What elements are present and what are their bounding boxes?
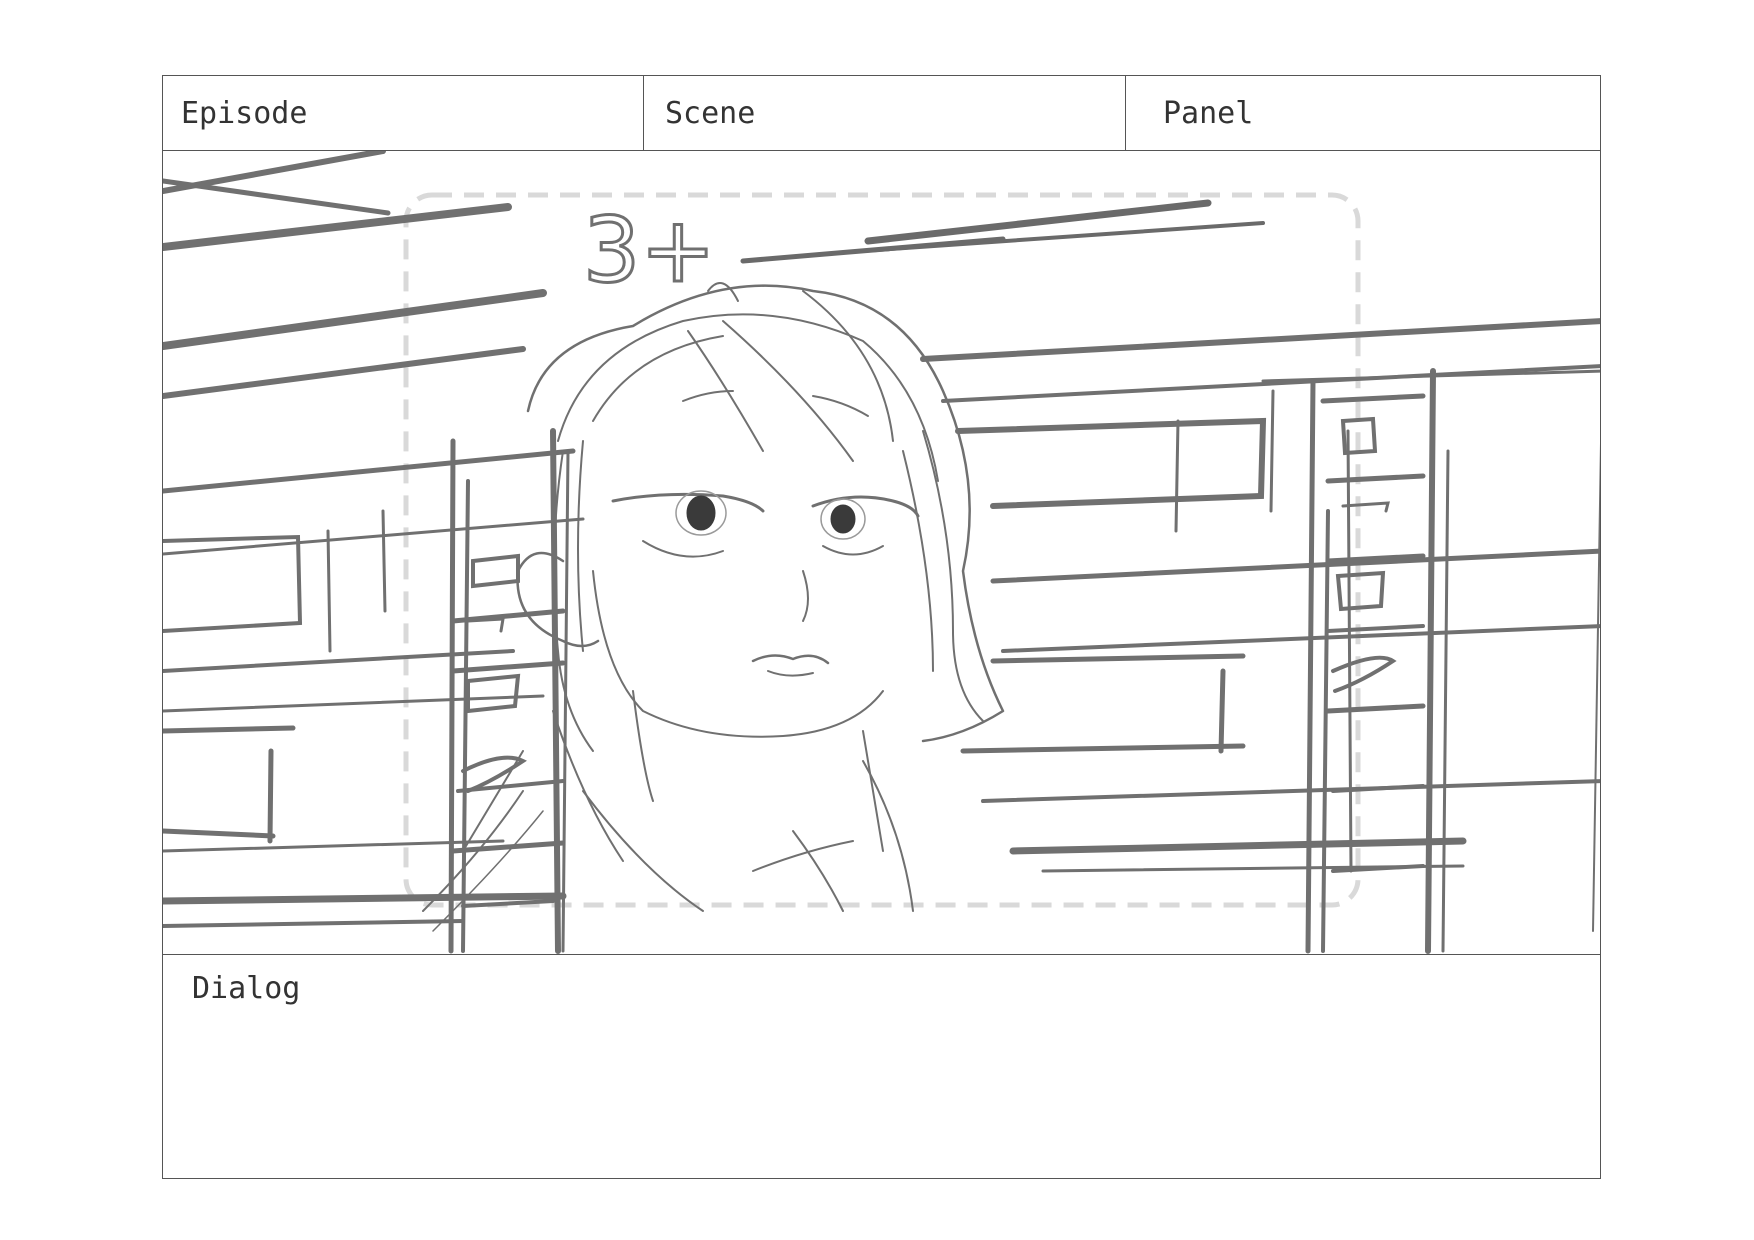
storyboard-sheet: Episode Scene Panel 3+ Dialog	[162, 75, 1601, 1179]
episode-label: Episode	[181, 96, 308, 131]
dialog-label: Dialog	[192, 971, 301, 1006]
header-row: Episode Scene Panel	[163, 76, 1600, 151]
left-eye	[686, 495, 716, 531]
background-shelves-left	[163, 151, 585, 954]
character-sketch	[422, 282, 1005, 932]
background-shelves-right	[920, 318, 1600, 954]
scene-label: Scene	[665, 96, 756, 131]
ceiling-strokes	[740, 199, 1265, 264]
storyboard-frame: 3+	[163, 151, 1600, 955]
panel-field[interactable]: Panel	[1126, 76, 1602, 150]
panel-label: Panel	[1163, 96, 1254, 131]
sketch-illustration: 3+	[163, 151, 1600, 954]
dialog-area[interactable]: Dialog	[163, 955, 1600, 1180]
scene-field[interactable]: Scene	[644, 76, 1126, 150]
sketch-annotation: 3+	[583, 198, 716, 303]
episode-field[interactable]: Episode	[163, 76, 644, 150]
right-eye	[830, 504, 856, 534]
